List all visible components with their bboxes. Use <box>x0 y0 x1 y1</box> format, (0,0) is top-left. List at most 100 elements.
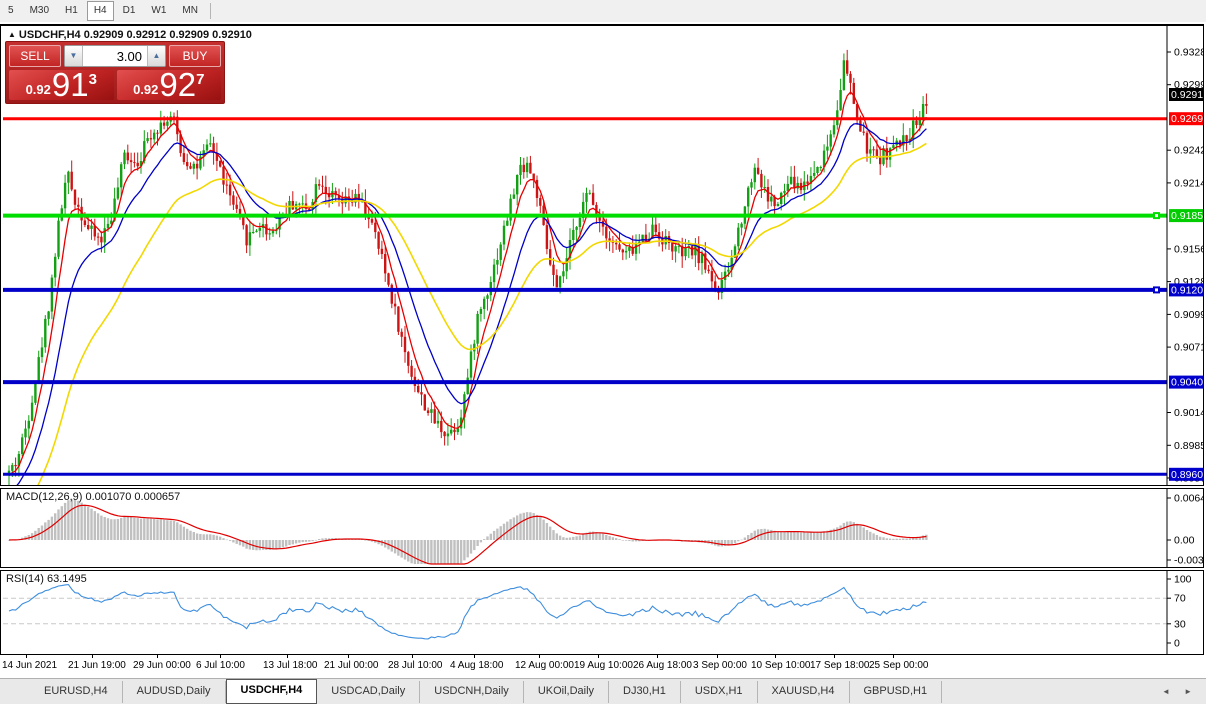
chart-tab-xauusd-h4[interactable]: XAUUSD,H4 <box>758 681 850 703</box>
time-label: 4 Aug 18:00 <box>450 660 503 671</box>
svg-text:0.90405: 0.90405 <box>1171 377 1203 389</box>
chart-tab-gbpusd-h1[interactable]: GBPUSD,H1 <box>850 681 943 703</box>
svg-text:0.91855: 0.91855 <box>1171 210 1203 222</box>
time-label: 3 Sep 00:00 <box>693 660 747 671</box>
time-axis[interactable]: 14 Jun 2021 21 Jun 19:00 29 Jun 00:00 6 Jul… <box>0 655 1204 677</box>
macd-canvas: 0.006451 0.00 -0.00350 <box>1 489 1203 567</box>
chart-title-text: USDCHF,H4 0.92909 0.92912 0.92909 0.9291… <box>19 29 252 41</box>
time-tick <box>348 655 349 658</box>
time-label: 12 Aug 00:00 <box>515 660 574 671</box>
one-click-trading-panel: SELL ▼ 3.00 ▲ BUY 0.92913 0.92927 <box>5 41 225 104</box>
svg-text:30: 30 <box>1174 618 1186 630</box>
time-tick <box>539 655 540 658</box>
chart-tab-eurusd-h4[interactable]: EURUSD,H4 <box>30 681 123 703</box>
bid-big-digits: 91 <box>52 70 89 100</box>
rsi-canvas: 10070300 <box>1 571 1203 654</box>
timeframe-button-h4[interactable]: H4 <box>87 1 114 21</box>
time-tick <box>598 655 599 658</box>
timeframe-button-5[interactable]: 5 <box>1 1 21 21</box>
time-label: 6 Jul 10:00 <box>196 660 245 671</box>
time-label: 26 Aug 18:00 <box>633 660 692 671</box>
time-tick <box>92 655 93 658</box>
time-tick <box>287 655 288 658</box>
svg-text:0.93280: 0.93280 <box>1174 47 1203 59</box>
time-label: 29 Jun 00:00 <box>133 660 191 671</box>
bid-prefix: 0.92 <box>26 82 51 97</box>
chart-tab-bar: EURUSD,H4AUDUSD,DailyUSDCHF,H4USDCAD,Dai… <box>0 678 1206 704</box>
timeframe-button-w1[interactable]: W1 <box>144 1 173 21</box>
svg-text:0.91565: 0.91565 <box>1174 243 1203 255</box>
svg-text:-0.00350: -0.00350 <box>1174 555 1203 567</box>
toolbar-separator <box>210 3 211 19</box>
volume-decrease-button[interactable]: ▼ <box>65 46 83 66</box>
svg-text:0.00: 0.00 <box>1174 535 1195 547</box>
chart-tab-usdchf-h4[interactable]: USDCHF,H4 <box>226 679 318 704</box>
tab-scroll-arrows[interactable]: ◄ ► <box>1162 687 1198 696</box>
time-label: 21 Jul 00:00 <box>324 660 379 671</box>
timeframe-button-h1[interactable]: H1 <box>58 1 85 21</box>
svg-text:0.90140: 0.90140 <box>1174 407 1203 419</box>
time-label: 14 Jun 2021 <box>2 660 57 671</box>
svg-text:0.89855: 0.89855 <box>1174 440 1203 452</box>
chart-tab-usdcnh-daily[interactable]: USDCNH,Daily <box>420 681 524 703</box>
horizontal-level-lines[interactable] <box>3 119 1167 475</box>
chevron-up-icon: ▲ <box>153 51 161 60</box>
time-tick <box>157 655 158 658</box>
time-tick <box>26 655 27 658</box>
svg-text:0.006451: 0.006451 <box>1174 493 1203 505</box>
bid-price-display[interactable]: 0.92913 <box>9 70 114 100</box>
buy-button[interactable]: BUY <box>169 45 221 67</box>
collapse-arrow-icon[interactable]: ▲ <box>8 30 16 39</box>
ask-big-digits: 92 <box>159 70 196 100</box>
chart-tab-usdx-h1[interactable]: USDX,H1 <box>681 681 758 703</box>
rsi-axis: 10070300 <box>1167 571 1192 654</box>
svg-text:0: 0 <box>1174 638 1180 650</box>
ask-prefix: 0.92 <box>133 82 158 97</box>
time-tick <box>717 655 718 658</box>
bid-pipette: 3 <box>89 71 97 88</box>
time-tick <box>893 655 894 658</box>
chart-tab-usdcad-daily[interactable]: USDCAD,Daily <box>317 681 420 703</box>
time-label: 21 Jun 19:00 <box>68 660 126 671</box>
timeframe-button-d1[interactable]: D1 <box>116 1 143 21</box>
macd-indicator-label: MACD(12,26,9) 0.001070 0.000657 <box>6 491 180 503</box>
svg-text:0.92699: 0.92699 <box>1171 113 1203 125</box>
time-tick <box>657 655 658 658</box>
sell-button[interactable]: SELL <box>9 45 61 67</box>
time-label: 13 Jul 18:00 <box>263 660 318 671</box>
timeframe-button-m30[interactable]: M30 <box>23 1 56 21</box>
slow-ma-line <box>9 143 926 485</box>
svg-text:0.92910: 0.92910 <box>1171 89 1203 101</box>
ask-price-display[interactable]: 0.92927 <box>117 70 222 100</box>
svg-text:0.90995: 0.90995 <box>1174 309 1203 321</box>
time-label: 10 Sep 10:00 <box>751 660 811 671</box>
chevron-down-icon: ▼ <box>70 51 78 60</box>
svg-text:0.90710: 0.90710 <box>1174 342 1203 354</box>
chart-tab-ukoil-daily[interactable]: UKOil,Daily <box>524 681 609 703</box>
chart-tab-audusd-daily[interactable]: AUDUSD,Daily <box>123 681 226 703</box>
price-axis[interactable]: 0.932800.929950.924250.921400.915650.912… <box>1167 26 1203 485</box>
chart-tab-dj30-h1[interactable]: DJ30,H1 <box>609 681 681 703</box>
timeframe-button-mn[interactable]: MN <box>175 1 205 21</box>
volume-stepper: ▼ 3.00 ▲ <box>64 45 166 67</box>
mid-ma-line <box>9 124 926 485</box>
time-label: 25 Sep 00:00 <box>869 660 929 671</box>
time-label: 17 Sep 18:00 <box>810 660 870 671</box>
timeframe-toolbar: 5M30H1H4D1W1MN <box>0 0 1206 22</box>
macd-axis: 0.006451 0.00 -0.00350 <box>1167 489 1203 567</box>
svg-text:0.89602: 0.89602 <box>1171 469 1203 481</box>
volume-increase-button[interactable]: ▲ <box>147 46 165 66</box>
macd-indicator-panel[interactable]: 0.006451 0.00 -0.00350 <box>0 488 1204 568</box>
time-label: 28 Jul 10:00 <box>388 660 443 671</box>
chart-window-title: ▲USDCHF,H4 0.92909 0.92912 0.92909 0.929… <box>8 29 252 41</box>
rsi-indicator-panel[interactable]: 10070300 <box>0 570 1204 655</box>
trading-terminal-window: 5M30H1H4D1W1MN 0.932800.929950.924250.92… <box>0 0 1206 704</box>
svg-text:0.92140: 0.92140 <box>1174 177 1203 189</box>
time-tick <box>775 655 776 658</box>
volume-input[interactable]: 3.00 <box>83 46 147 66</box>
time-tick <box>834 655 835 658</box>
time-tick <box>474 655 475 658</box>
time-tick <box>412 655 413 658</box>
time-label: 19 Aug 10:00 <box>574 660 633 671</box>
svg-text:100: 100 <box>1174 574 1192 586</box>
